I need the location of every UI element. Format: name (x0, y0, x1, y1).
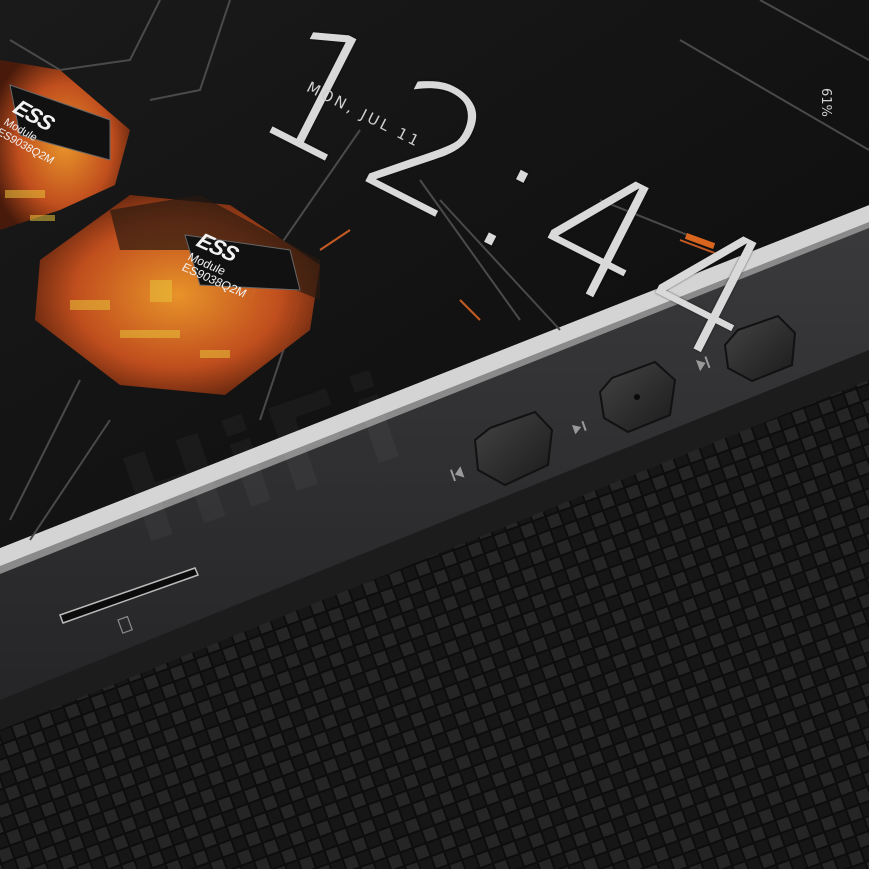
play-pause-dot (634, 394, 640, 400)
battery-indicator: 61% (818, 88, 833, 117)
